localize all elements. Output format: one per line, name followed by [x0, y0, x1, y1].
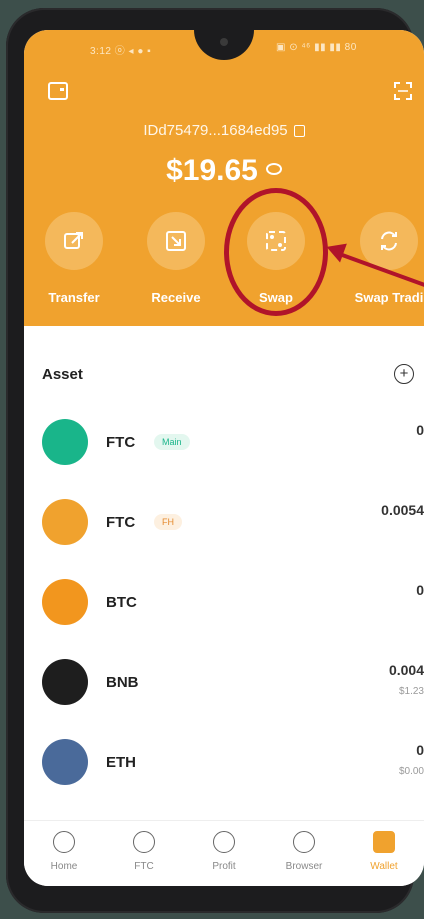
- scan-icon[interactable]: [394, 82, 412, 100]
- nav-profit[interactable]: Profit: [184, 831, 264, 872]
- browser-icon: [293, 831, 315, 853]
- ftc-fh-coin-icon: [42, 499, 88, 545]
- balance-value: $19.65: [166, 154, 258, 187]
- asset-tag: FH: [154, 514, 182, 530]
- receive-icon: [166, 231, 186, 251]
- wallet-header: 3:12 ⓞ ◂ ● ▪ ▣ ⊙ ⁴⁶ ▮▮ ▮▮ 80 IDd75479...…: [24, 30, 424, 326]
- btc-coin-icon: [42, 579, 88, 625]
- swap-highlight-circle: [224, 188, 328, 316]
- asset-symbol: FTC: [106, 514, 136, 531]
- swap-trading-label: Swap Tradi: [354, 290, 424, 305]
- asset-section-title: Asset: [42, 366, 83, 383]
- transfer-button[interactable]: Transfer: [36, 212, 112, 305]
- nav-browser-label: Browser: [285, 861, 323, 872]
- asset-row-ftc-fh[interactable]: FTC FH 0.0054: [24, 484, 424, 564]
- asset-amount: 0.004: [388, 662, 424, 678]
- nav-home-label: Home: [50, 861, 78, 872]
- asset-row-btc[interactable]: BTC 0: [24, 564, 424, 644]
- asset-amount: 0: [416, 582, 424, 598]
- eth-coin-icon: [42, 739, 88, 785]
- add-asset-button[interactable]: +: [394, 364, 414, 384]
- asset-row-eth[interactable]: ETH 0 $0.00: [24, 724, 424, 804]
- nav-ftc-label: FTC: [134, 861, 154, 872]
- transfer-icon-circle: [45, 212, 103, 270]
- ftc-icon: [133, 831, 155, 853]
- nav-wallet[interactable]: Wallet: [344, 831, 424, 872]
- status-bar-right: ▣ ⊙ ⁴⁶ ▮▮ ▮▮ 80: [276, 42, 357, 53]
- eye-icon[interactable]: [265, 163, 282, 176]
- app-screen: 3:12 ⓞ ◂ ● ▪ ▣ ⊙ ⁴⁶ ▮▮ ▮▮ 80 IDd75479...…: [24, 30, 424, 886]
- asset-fiat-value: $1.23: [398, 686, 424, 697]
- ftc-main-coin-icon: [42, 419, 88, 465]
- phone-frame: 3:12 ⓞ ◂ ● ▪ ▣ ⊙ ⁴⁶ ▮▮ ▮▮ 80 IDd75479...…: [6, 8, 424, 913]
- asset-amount: 0.0054: [381, 502, 424, 518]
- wallet-address[interactable]: IDd75479...1684ed95: [24, 122, 424, 139]
- asset-row-bnb[interactable]: BNB 0.004 $1.23: [24, 644, 424, 724]
- nav-browser[interactable]: Browser: [264, 831, 344, 872]
- bottom-navigation: Home FTC Profit Browser Wallet: [24, 820, 424, 886]
- asset-tag: Main: [154, 434, 190, 450]
- receive-icon-circle: [147, 212, 205, 270]
- home-icon: [53, 831, 75, 853]
- camera-icon: [220, 38, 228, 46]
- asset-amount: 0: [416, 742, 424, 758]
- asset-row-ftc-main[interactable]: FTC Main 0: [24, 404, 424, 484]
- asset-symbol: BTC: [106, 594, 137, 611]
- receive-label: Receive: [151, 290, 201, 305]
- swap-trading-icon: [381, 231, 397, 251]
- nav-home[interactable]: Home: [24, 831, 104, 872]
- receive-button[interactable]: Receive: [138, 212, 214, 305]
- wallet-switch-icon[interactable]: [48, 82, 68, 100]
- status-bar-left: 3:12 ⓞ ◂ ● ▪: [90, 46, 152, 57]
- nav-wallet-label: Wallet: [370, 861, 398, 872]
- asset-fiat-value: $0.00: [398, 766, 424, 777]
- asset-amount: 0: [416, 422, 424, 438]
- wallet-address-text: IDd75479...1684ed95: [143, 122, 288, 139]
- swap-trading-icon-circle: [360, 212, 418, 270]
- nav-profit-label: Profit: [212, 861, 236, 872]
- profit-icon: [213, 831, 235, 853]
- transfer-label: Transfer: [48, 290, 100, 305]
- wallet-nav-icon: [373, 831, 395, 853]
- asset-symbol: ETH: [106, 754, 136, 771]
- camera-notch: [194, 30, 254, 60]
- bnb-coin-icon: [42, 659, 88, 705]
- transfer-icon: [64, 232, 83, 249]
- nav-ftc[interactable]: FTC: [104, 831, 184, 872]
- asset-symbol: FTC: [106, 434, 136, 451]
- wallet-balance: $19.65: [24, 154, 424, 188]
- asset-symbol: BNB: [106, 674, 139, 691]
- copy-icon[interactable]: [293, 125, 305, 138]
